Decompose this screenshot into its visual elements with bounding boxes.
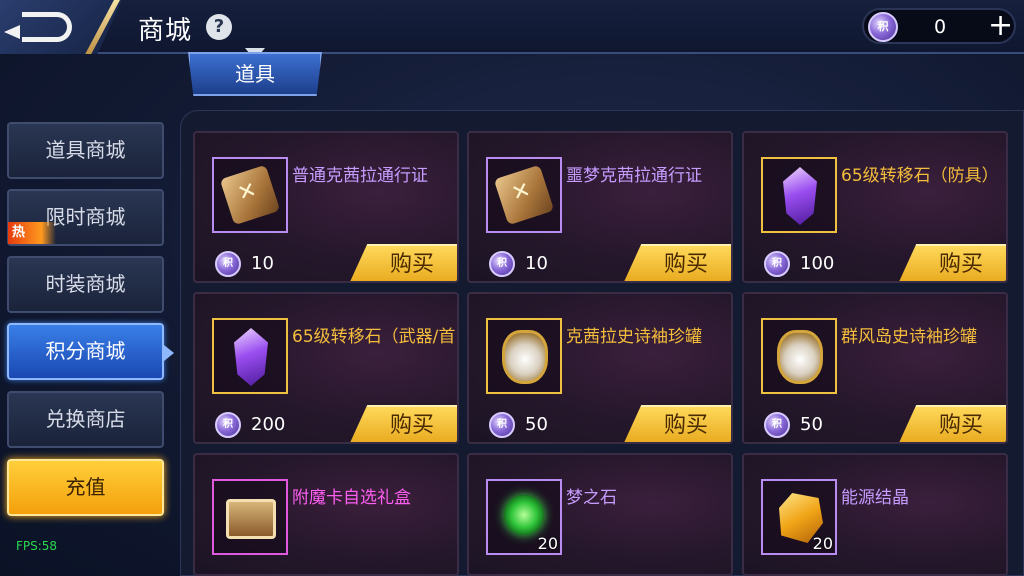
- sidebar-item-points-shop[interactable]: 积分商城: [7, 323, 174, 380]
- item-name: 65级转移石（武器/首: [292, 327, 456, 347]
- scroll-icon: [493, 164, 555, 226]
- item-name: 群风岛史诗袖珍罐: [841, 327, 977, 347]
- add-points-button[interactable]: +: [988, 11, 1013, 41]
- item-name: 梦之石: [566, 488, 617, 508]
- purple-crystal-icon: [234, 328, 268, 386]
- fps-counter: FPS:58: [16, 539, 58, 553]
- shop-item-card[interactable]: 65级转移石（武器/首 积 200 购买: [193, 292, 459, 444]
- shop-item-card[interactable]: 群风岛史诗袖珍罐 积 50 购买: [742, 292, 1008, 444]
- shop-item-card[interactable]: 20 梦之石: [467, 453, 733, 576]
- item-name: 附魔卡自选礼盒: [292, 488, 411, 508]
- price-value: 200: [251, 414, 286, 435]
- price-value: 100: [800, 253, 835, 274]
- price-value: 10: [251, 253, 274, 274]
- buy-button[interactable]: 购买: [349, 244, 457, 281]
- shop-item-card[interactable]: 普通克茜拉通行证 积 10 购买: [193, 131, 459, 283]
- back-arrow-icon: [4, 12, 72, 42]
- item-icon-frame[interactable]: [486, 318, 562, 394]
- hot-badge: 热: [8, 222, 56, 244]
- green-stone-icon: [504, 495, 544, 535]
- points-coin-icon: 积: [764, 412, 790, 438]
- buy-button[interactable]: 购买: [623, 244, 731, 281]
- shop-item-card[interactable]: 20 能源结晶: [742, 453, 1008, 576]
- purple-crystal-icon: [783, 167, 817, 225]
- help-icon[interactable]: ?: [206, 14, 232, 40]
- item-icon-frame[interactable]: 20: [486, 479, 562, 555]
- sidebar-item-item-shop[interactable]: 道具商城: [7, 122, 164, 179]
- item-icon-frame[interactable]: [212, 318, 288, 394]
- points-currency-display: 积 0 +: [862, 8, 1016, 44]
- item-name: 65级转移石（防具）: [841, 166, 999, 186]
- buy-button[interactable]: 购买: [898, 405, 1006, 442]
- jar-icon: [777, 330, 823, 384]
- tab-items[interactable]: 道具: [188, 52, 322, 96]
- stack-count: 20: [812, 534, 833, 553]
- points-coin-icon: 积: [868, 12, 898, 42]
- stack-count: 20: [537, 534, 558, 553]
- top-bar: 商城 ? 积 0 +: [0, 0, 1024, 54]
- page-title: 商城: [138, 16, 193, 46]
- shop-item-card[interactable]: 噩梦克茜拉通行证 积 10 购买: [467, 131, 733, 283]
- jar-icon: [502, 330, 548, 384]
- sidebar-item-exchange-shop[interactable]: 兑换商店: [7, 391, 164, 448]
- buy-button[interactable]: 购买: [349, 405, 457, 442]
- item-icon-frame[interactable]: [761, 157, 837, 233]
- points-coin-icon: 积: [215, 251, 241, 277]
- item-name: 能源结晶: [841, 488, 909, 508]
- shop-item-card[interactable]: 65级转移石（防具） 积 100 购买: [742, 131, 1008, 283]
- shop-item-card[interactable]: 附魔卡自选礼盒: [193, 453, 459, 576]
- recharge-button[interactable]: 充值: [7, 459, 164, 516]
- price-value: 50: [800, 414, 823, 435]
- item-icon-frame[interactable]: 20: [761, 479, 837, 555]
- item-name: 普通克茜拉通行证: [292, 166, 428, 186]
- sidebar-item-fashion-shop[interactable]: 时装商城: [7, 256, 164, 313]
- buy-button[interactable]: 购买: [623, 405, 731, 442]
- points-coin-icon: 积: [489, 251, 515, 277]
- item-name: 噩梦克茜拉通行证: [566, 166, 702, 186]
- price-value: 10: [525, 253, 548, 274]
- points-coin-icon: 积: [764, 251, 790, 277]
- chest-icon: [226, 499, 276, 539]
- item-name: 克茜拉史诗袖珍罐: [566, 327, 702, 347]
- buy-button[interactable]: 购买: [898, 244, 1006, 281]
- points-balance: 0: [934, 16, 947, 38]
- item-icon-frame[interactable]: [212, 157, 288, 233]
- item-icon-frame[interactable]: [486, 157, 562, 233]
- points-coin-icon: 积: [215, 412, 241, 438]
- item-icon-frame[interactable]: [212, 479, 288, 555]
- back-button[interactable]: [0, 0, 122, 54]
- points-coin-icon: 积: [489, 412, 515, 438]
- item-icon-frame[interactable]: [761, 318, 837, 394]
- shop-item-card[interactable]: 克茜拉史诗袖珍罐 积 50 购买: [467, 292, 733, 444]
- price-value: 50: [525, 414, 548, 435]
- scroll-icon: [219, 164, 281, 226]
